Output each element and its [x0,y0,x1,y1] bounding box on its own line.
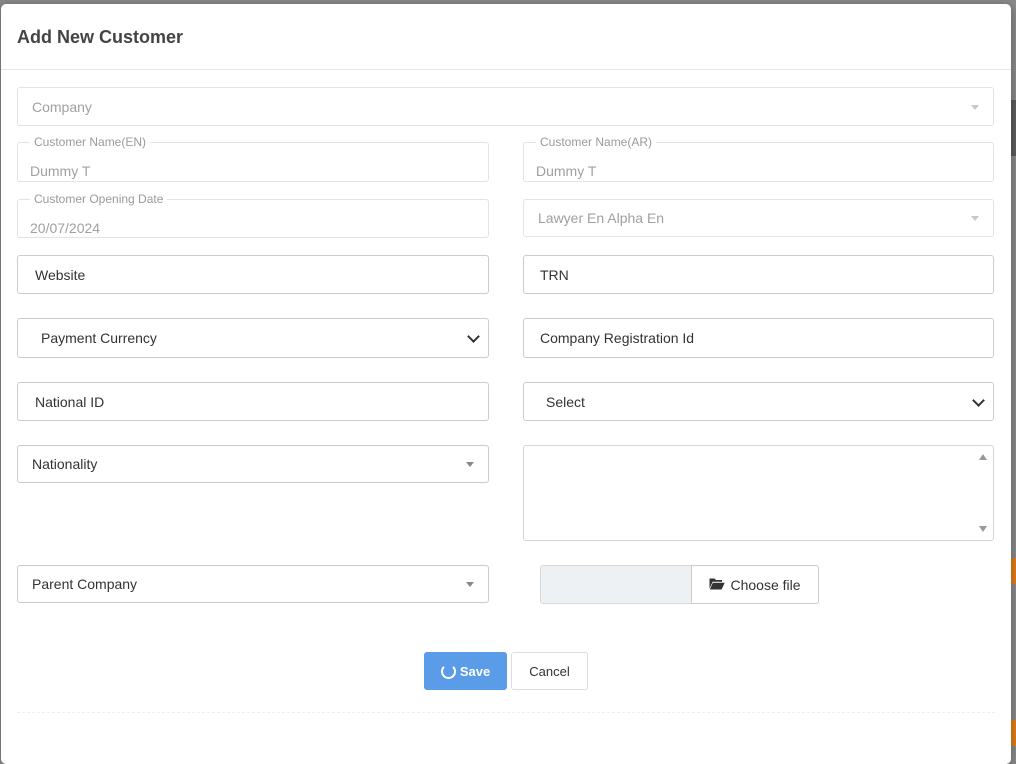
type-select[interactable]: Select [523,382,994,421]
choose-file-label: Choose file [730,576,801,593]
payment-currency-select[interactable]: Payment Currency [17,318,489,358]
dropdown-arrow-icon [971,216,979,221]
scroll-down-icon[interactable] [979,526,987,532]
payment-currency-value: Payment Currency [41,330,157,346]
dropdown-arrow-icon [466,582,474,587]
company-select[interactable]: Company [17,87,994,126]
national-id-input[interactable]: National ID [17,382,489,421]
notes-textarea[interactable] [523,445,994,541]
customer-opening-date-field[interactable]: Customer Opening Date 20/07/2024 [17,191,489,238]
nationality-placeholder: Nationality [32,456,98,472]
cancel-label: Cancel [529,663,570,679]
choose-file-button[interactable]: Choose file [691,565,819,604]
dropdown-arrow-icon [971,104,979,110]
customer-name-en-value: Dummy T [30,163,91,179]
parent-company-placeholder: Parent Company [32,576,138,592]
folder-open-icon [709,577,726,593]
scroll-up-icon[interactable] [979,454,987,460]
company-registration-id-placeholder: Company Registration Id [540,330,695,346]
trn-input[interactable]: TRN [523,255,994,294]
website-placeholder: Website [35,266,86,283]
trn-placeholder: TRN [540,266,569,283]
cancel-button[interactable]: Cancel [511,652,588,690]
chevron-down-icon [467,330,480,343]
national-id-placeholder: National ID [35,393,105,410]
customer-name-en-label: Customer Name(EN) [30,134,151,150]
modal-header: Add New Customer [1,4,1011,70]
file-input: Choose file [540,565,819,604]
spinner-icon [440,663,456,679]
modal-title: Add New Customer [17,27,184,47]
customer-name-ar-value: Dummy T [536,163,597,179]
parent-company-select[interactable]: Parent Company [17,565,489,603]
chevron-down-icon [972,393,985,407]
customer-opening-date-value: 20/07/2024 [30,220,101,236]
nationality-select[interactable]: Nationality [17,445,489,483]
save-button[interactable]: Save [424,652,507,690]
lawyer-select[interactable]: Lawyer En Alpha En [523,199,994,237]
customer-name-ar-label: Customer Name(AR) [536,134,657,150]
customer-opening-date-label: Customer Opening Date [30,191,168,207]
footer-divider [17,712,995,713]
customer-name-en-field[interactable]: Customer Name(EN) Dummy T [17,134,489,182]
add-customer-modal: Add New Customer Company Customer Name(E… [1,4,1011,764]
customer-name-ar-field[interactable]: Customer Name(AR) Dummy T [523,134,994,182]
company-placeholder: Company [32,98,92,115]
dropdown-arrow-icon [466,462,474,467]
save-label: Save [459,663,491,679]
company-registration-id-input[interactable]: Company Registration Id [523,318,994,358]
website-input[interactable]: Website [17,255,489,294]
type-select-value: Select [546,393,585,410]
file-name-display[interactable] [540,565,691,604]
lawyer-value: Lawyer En Alpha En [538,210,665,226]
